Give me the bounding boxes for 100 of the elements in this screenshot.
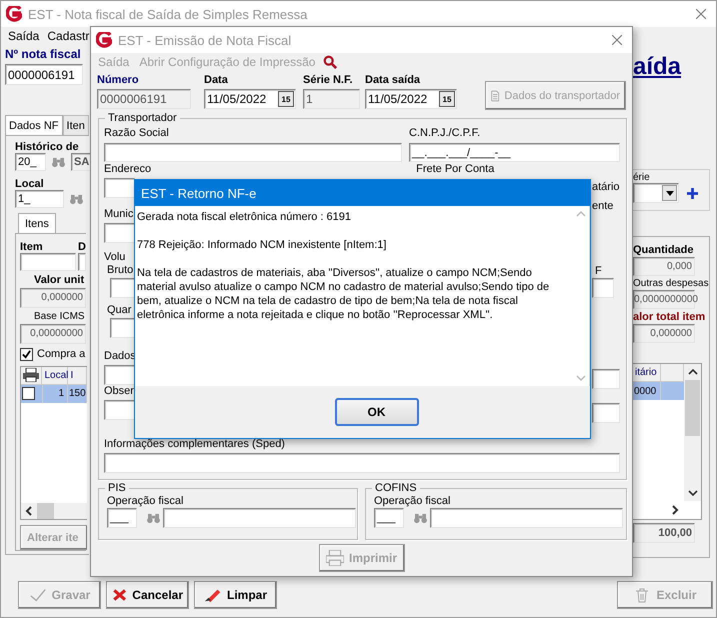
scroll-up-icon[interactable] [688, 369, 698, 375]
checkmark-icon [28, 586, 47, 602]
field-label: Operação fiscal [374, 495, 450, 508]
calendar-button[interactable]: 15 [439, 91, 455, 107]
scrollbar-thumb[interactable] [685, 380, 700, 436]
input-field[interactable] [104, 400, 135, 420]
close-icon[interactable] [696, 9, 706, 19]
input-field[interactable] [110, 278, 135, 298]
scrollbar-thumb[interactable] [37, 503, 54, 520]
input-field[interactable] [592, 403, 620, 423]
input-field[interactable]: __.___.___/____-__ [409, 143, 620, 162]
input-field[interactable] [104, 365, 135, 385]
binoculars-icon[interactable] [70, 194, 83, 204]
input-field[interactable]: 0,000000 [633, 324, 695, 343]
printer-icon [326, 550, 344, 566]
input-field[interactable] [110, 318, 135, 338]
field-label: Data saída [365, 74, 420, 88]
input-field[interactable] [104, 143, 402, 162]
input-field[interactable] [78, 253, 86, 271]
scroll-left-icon[interactable] [25, 506, 33, 516]
table-row[interactable]: 0000 [633, 382, 684, 400]
dialog-title: EST - Retorno NF-e [141, 186, 256, 200]
menu-item[interactable]: Cadastr [47, 29, 90, 43]
input-field[interactable]: 0,00000000 [20, 324, 86, 344]
checkbox-label: Compra a [37, 348, 86, 360]
scroll-down-icon[interactable] [688, 490, 698, 496]
input-field[interactable] [592, 278, 614, 298]
field-label: Quantidade [633, 244, 694, 256]
binoculars-icon[interactable] [52, 156, 65, 168]
field-label: Valor unit [34, 274, 84, 286]
ok-button[interactable]: OK [334, 398, 418, 426]
input-field[interactable]: ___ [107, 508, 137, 528]
field-label: Operação fiscal [107, 495, 184, 508]
date-field[interactable]: 11/05/2022 15 [204, 89, 296, 109]
field-label: Razão Social [104, 127, 169, 140]
field-label: Informações complementares (Sped) [104, 438, 285, 451]
field-label: Data [204, 74, 228, 88]
input-field[interactable] [104, 178, 135, 198]
input-field[interactable]: 1 [303, 89, 360, 109]
tab[interactable]: Itens [18, 213, 56, 233]
field-label: Quar [107, 304, 132, 317]
input-field[interactable] [163, 508, 356, 528]
field-label: Número [97, 74, 139, 88]
add-icon[interactable] [687, 188, 698, 198]
document-icon [491, 88, 500, 104]
logo-icon [6, 6, 22, 22]
action-button[interactable]: Cancelar [106, 580, 189, 608]
field-label: Munic [104, 208, 134, 221]
search-icon[interactable] [323, 55, 338, 69]
field-label: Obser [104, 385, 134, 398]
window-title: EST - Nota fiscal de Saída de Simples Remessa [28, 6, 308, 22]
message-text: Na tela de cadastros de materiais, aba ''Diversos'', atualize o campo NCM;Sendo material avulso atualize o campo NCM no cadastro de material avulso;Sendo tipo de bem, atualize o NCM na tela de cadastro de tipo de bem;Na tela de nota fiscal eletrônica informe a nota rejeitada e clique no botão ''Reprocessar XML''. [137, 266, 550, 322]
tab[interactable]: Dados NF [5, 115, 63, 135]
field-label: Bruto [107, 264, 134, 277]
field-label: F [595, 265, 602, 278]
table-row[interactable]: 1 150 [21, 384, 87, 403]
printer-icon[interactable] [23, 368, 39, 382]
input-field[interactable]: 0,000 [633, 257, 695, 276]
cross-icon [112, 586, 128, 602]
group-title: Volu [104, 251, 126, 264]
field-label: Série N.F. [303, 74, 353, 88]
input-field[interactable]: 20_ [15, 153, 46, 171]
dropdown-arrow-icon[interactable] [666, 190, 674, 196]
scroll-right-icon[interactable] [671, 505, 679, 515]
field-label: Local [15, 178, 44, 190]
field-label: érie [633, 172, 650, 183]
field-label: alor total item [633, 311, 706, 323]
input-field[interactable]: 0000006191 [97, 89, 191, 109]
input-field[interactable]: SA [71, 153, 91, 171]
binoculars-icon[interactable] [414, 512, 427, 524]
radio-label[interactable]: atário [592, 181, 620, 194]
input-field[interactable] [104, 453, 620, 473]
total-field: 100,00 [633, 523, 695, 543]
action-button[interactable]: Limpar [194, 580, 277, 608]
tab[interactable]: Iten [62, 115, 89, 135]
field-label: Base ICMS [34, 310, 85, 322]
message-text: Gerada nota fiscal eletrônica número : 6191 [137, 210, 352, 224]
date-field[interactable]: 11/05/2022 15 [365, 89, 457, 109]
input-field[interactable]: 0,0000000000 [633, 290, 695, 309]
input-field[interactable] [430, 508, 623, 528]
menu-item[interactable]: Saída [8, 29, 40, 43]
checkbox[interactable] [22, 387, 35, 400]
input-field[interactable] [104, 223, 135, 243]
input-field[interactable]: ___ [374, 508, 404, 528]
table-cell: 1 [42, 384, 68, 403]
input-field[interactable]: 0,000000 [20, 288, 86, 308]
input-field[interactable]: 1_ [15, 190, 64, 208]
close-icon[interactable] [612, 35, 622, 45]
radio-label[interactable]: ente [592, 200, 614, 213]
field-label: Endereco [104, 163, 152, 176]
input-field[interactable] [592, 369, 620, 389]
input-field[interactable]: 0000006191 [5, 64, 83, 85]
field-label: D [78, 241, 86, 253]
binoculars-icon[interactable] [147, 512, 160, 524]
checkbox[interactable] [20, 348, 33, 361]
dropdown[interactable] [633, 183, 679, 203]
page-title-link[interactable]: aída [633, 53, 682, 81]
field-label: Histórico de [15, 141, 79, 153]
input-field[interactable] [20, 253, 76, 271]
calendar-button[interactable]: 15 [278, 91, 294, 107]
